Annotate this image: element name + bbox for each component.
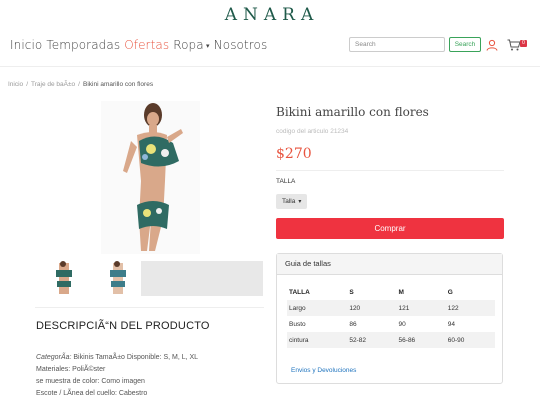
product-thumbnail-2[interactable] xyxy=(99,261,139,296)
table-cell: 121 xyxy=(396,300,446,316)
table-cell: 86 xyxy=(349,320,357,328)
table-cell: 60-90 xyxy=(445,332,495,348)
product-title: Bikini amarillo con flores xyxy=(276,105,429,119)
description-text: CategorÃ­a: Bikinis TamaÃ±o Disponible: … xyxy=(36,352,198,400)
nav-item-ropa[interactable]: Ropa xyxy=(173,38,209,52)
nav-item-inicio[interactable]: Inicio xyxy=(10,38,42,52)
table-cell: 94 xyxy=(447,320,455,328)
table-header: TALLA xyxy=(289,288,310,296)
description-line: Materiales: PoliÃ©ster xyxy=(36,366,106,373)
breadcrumb-category[interactable]: Traje de baÃ±o xyxy=(31,81,75,88)
header-divider xyxy=(0,66,540,67)
table-header: S xyxy=(349,288,354,296)
search-button[interactable]: Search xyxy=(449,37,481,52)
description-line: se muestra de color: Como imagen xyxy=(36,378,145,385)
size-label: TALLA xyxy=(276,178,296,185)
table-cell: 56-86 xyxy=(396,332,446,348)
table-cell: 122 xyxy=(445,300,495,316)
size-guide-table: TALLA S M G Largo 120 121 122 Busto 86 9… xyxy=(287,284,495,348)
buy-button[interactable]: Comprar xyxy=(276,218,504,239)
cart-count-badge: 0 xyxy=(520,40,527,47)
table-cell: 90 xyxy=(398,320,406,328)
size-guide-title: Guia de tallas xyxy=(277,254,502,275)
table-row: Busto 86 90 94 xyxy=(287,316,495,332)
breadcrumb-separator: / xyxy=(78,81,80,88)
description-line: CategorÃ­a: Bikinis TamaÃ±o Disponible: … xyxy=(36,354,199,361)
table-header: M xyxy=(398,288,404,296)
table-header: G xyxy=(447,288,453,296)
table-cell: 120 xyxy=(347,300,397,316)
price-divider xyxy=(276,170,504,171)
search-input[interactable]: Search xyxy=(349,37,445,52)
product-code: codigo del articulo 21234 xyxy=(276,128,349,135)
product-thumbnail-1[interactable] xyxy=(43,261,83,296)
logo-text: ANARA xyxy=(224,5,320,24)
description-title: DESCRIPCIÃ“N DEL PRODUCTO xyxy=(36,320,210,332)
table-cell: Busto xyxy=(289,320,306,328)
main-nav: Inicio Temporadas Ofertas Ropa Nosotros xyxy=(10,38,267,52)
breadcrumb: Inicio / Traje de baÃ±o / Bikini amarill… xyxy=(8,81,153,88)
shipping-returns-link[interactable]: Envios y Devoluciones xyxy=(291,367,356,374)
cart-icon[interactable] xyxy=(507,38,521,51)
table-cell: cintura xyxy=(287,332,348,348)
size-guide-panel: Guia de tallas TALLA S M G Largo 120 121… xyxy=(276,253,503,384)
user-icon[interactable] xyxy=(486,38,498,51)
breadcrumb-home[interactable]: Inicio xyxy=(8,81,23,88)
product-thumbnail-placeholder xyxy=(141,261,263,296)
nav-item-temporadas[interactable]: Temporadas xyxy=(46,38,120,52)
table-row: Largo 120 121 122 xyxy=(287,300,495,316)
nav-item-nosotros[interactable]: Nosotros xyxy=(214,38,268,52)
description-divider xyxy=(35,307,264,308)
table-header-row: TALLA S M G xyxy=(287,284,495,300)
product-price: $270 xyxy=(276,146,312,162)
breadcrumb-separator: / xyxy=(26,81,28,88)
product-main-image[interactable] xyxy=(101,101,200,254)
nav-item-ofertas[interactable]: Ofertas xyxy=(124,38,169,52)
brand-logo[interactable]: ANARA xyxy=(213,4,331,24)
table-row: cintura 52-82 56-86 60-90 xyxy=(287,332,495,348)
table-cell: Largo xyxy=(287,300,348,316)
description-line: Escote / LÃ­nea del cuello: Cabestro xyxy=(36,390,148,397)
table-cell: 52-82 xyxy=(347,332,397,348)
size-select[interactable]: Talla xyxy=(276,194,307,209)
breadcrumb-current: Bikini amarillo con flores xyxy=(82,81,154,88)
